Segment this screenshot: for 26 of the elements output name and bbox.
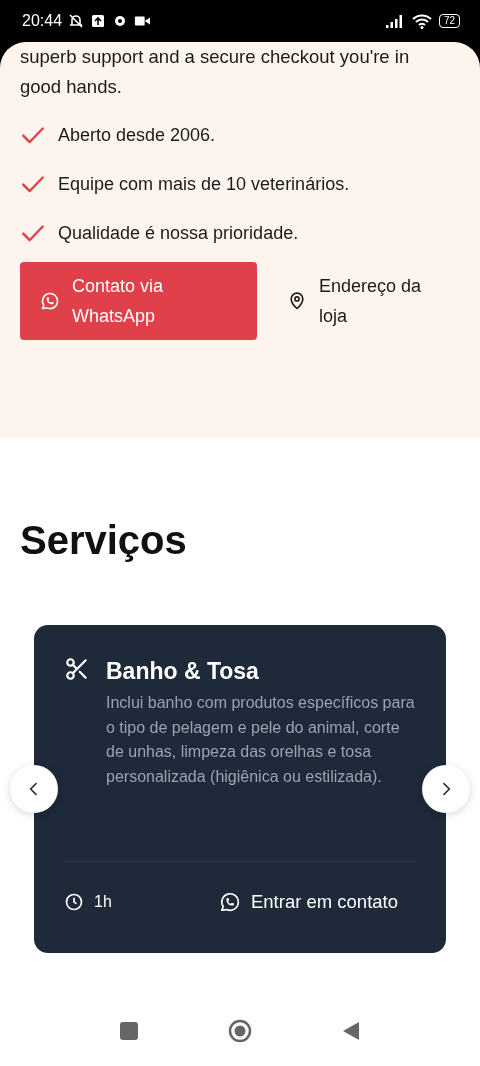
feature-text: Aberto desde 2006.	[58, 124, 216, 147]
wifi-icon	[410, 13, 433, 29]
card-description: Inclui banho com produtos específicos para o tipo de pelagem e pele do animal, corte de unhas, limpeza das orelhas e tosa personalizada (higiênica ou estilizada).	[106, 693, 416, 787]
next-button[interactable]	[422, 765, 470, 813]
feature-text: Qualidade é nossa prioridade.	[58, 222, 299, 245]
previous-button[interactable]	[10, 765, 58, 813]
back-button[interactable]	[342, 1021, 360, 1041]
duration-text: 1h	[94, 893, 112, 911]
scissors-icon	[64, 656, 90, 682]
home-button[interactable]	[228, 1019, 252, 1043]
whatsapp-icon	[40, 291, 60, 311]
feature-text: Equipe com mais de 10 veterinários.	[58, 173, 350, 196]
section-title: Serviços	[20, 517, 188, 564]
intro-text: superb support and a secure checkout you're in good hands.	[20, 45, 411, 99]
battery-indicator: 72	[438, 14, 460, 28]
clock-icon	[64, 892, 84, 912]
clock: 20:44	[22, 12, 63, 30]
whatsapp-button[interactable]: Contato via WhatsApp	[20, 262, 257, 340]
whatsapp-icon	[218, 891, 241, 913]
address-link[interactable]: Endereço da loja	[277, 271, 447, 331]
map-pin-icon	[287, 291, 307, 311]
upload-icon	[90, 13, 107, 29]
contact-button[interactable]: Entrar em contato	[218, 891, 416, 913]
card-title: Banho & Tosa	[106, 658, 260, 685]
signal-icon	[384, 14, 405, 28]
muted-bell-icon	[68, 13, 85, 29]
